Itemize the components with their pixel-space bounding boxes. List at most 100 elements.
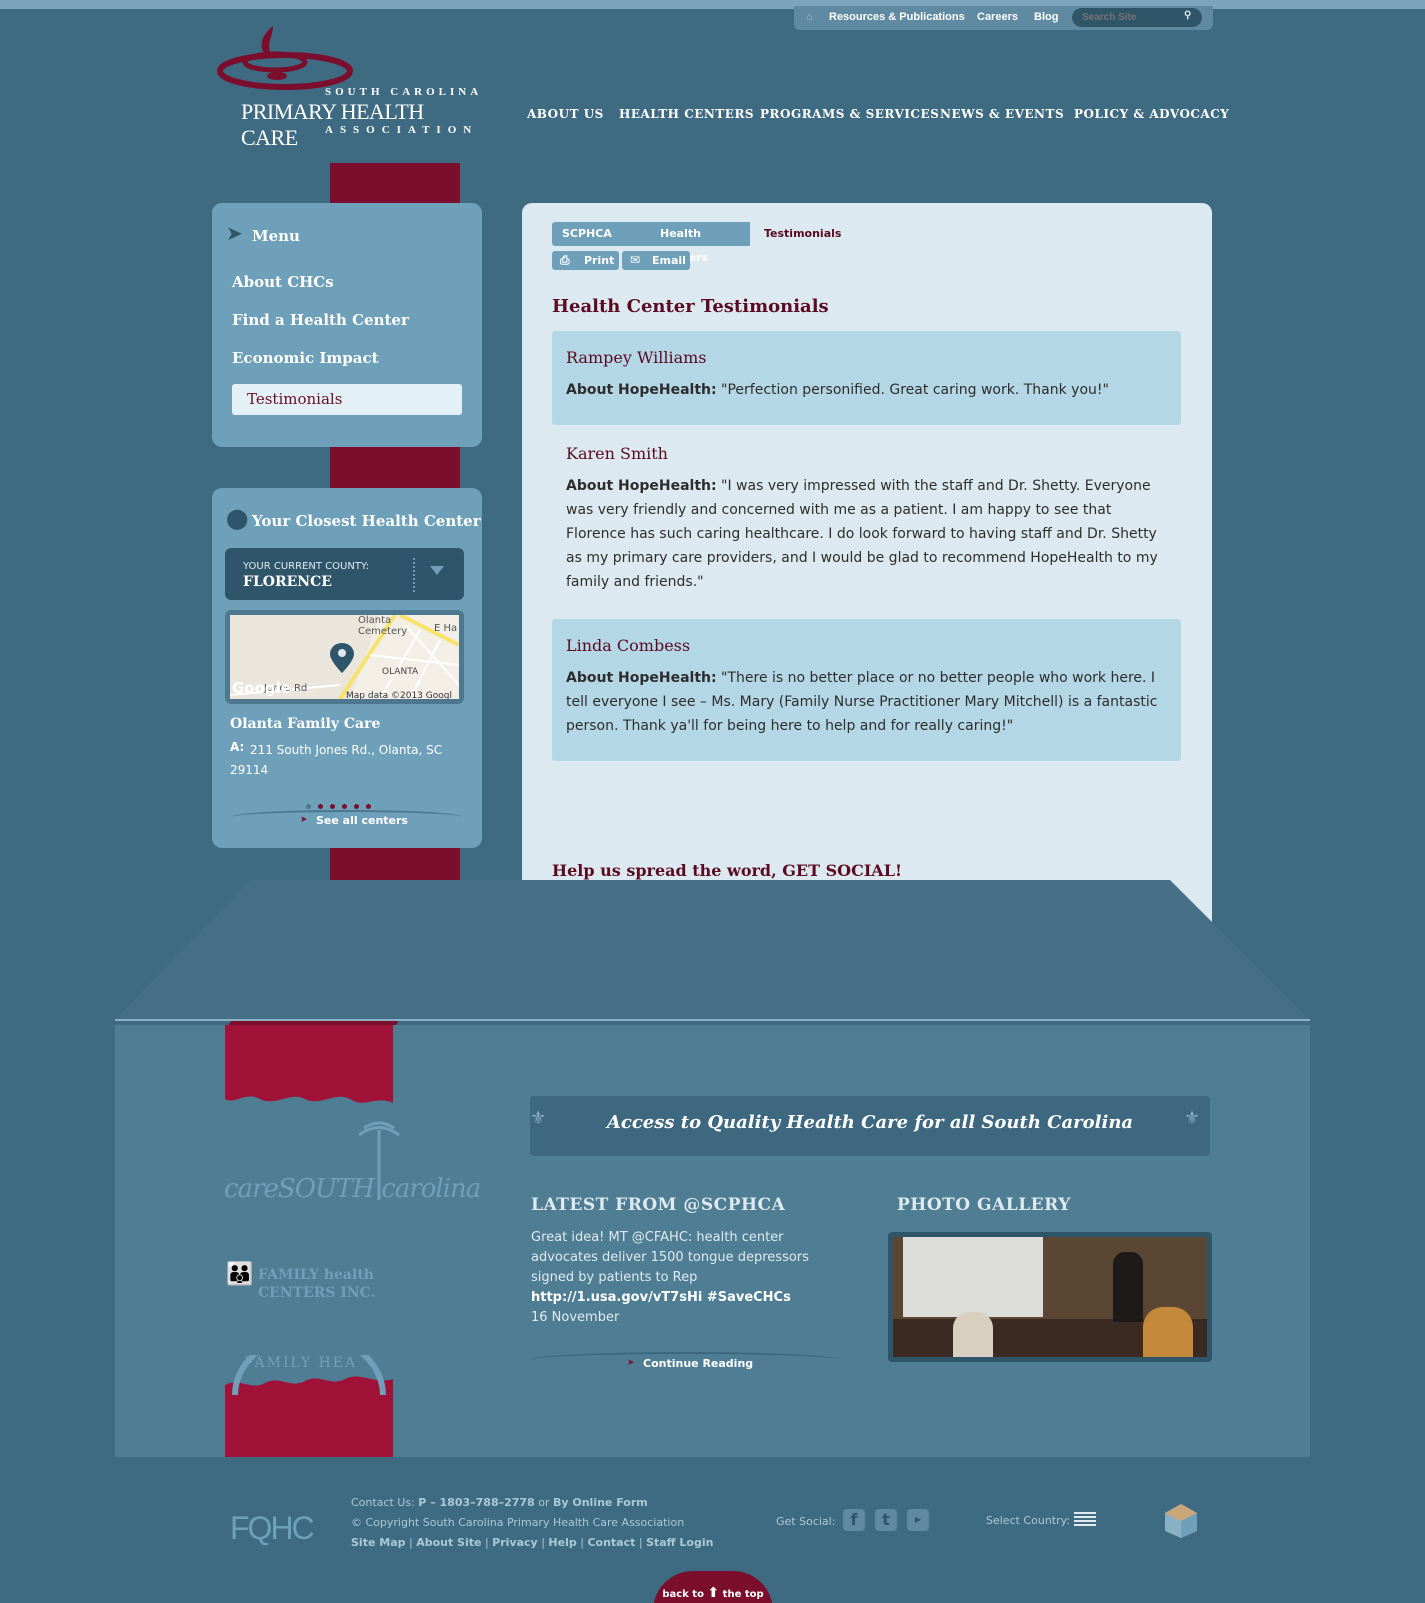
center-address: 211 South Jones Rd., Olanta, SC 29114 xyxy=(230,743,443,777)
arrow-right-icon: ➤ xyxy=(627,1358,635,1368)
twitter-icon[interactable]: t xyxy=(875,1509,897,1531)
testimonial-card: Karen Smith About HopeHealth: "I was ver… xyxy=(552,427,1181,607)
see-all-centers-link[interactable]: See all centers xyxy=(316,814,408,827)
family-health-seal-text: FAMILY HEA xyxy=(244,1355,358,1371)
main-content: SCPHCA Home Health Centers Testimonials … xyxy=(522,203,1212,946)
testimonial-about: About HopeHealth: xyxy=(566,670,717,686)
nav-about-us[interactable]: ABOUT US xyxy=(527,107,604,121)
nav-news-events[interactable]: NEWS & EVENTS xyxy=(940,107,1064,121)
breadcrumb-health-centers[interactable]: Health Centers xyxy=(650,222,750,264)
or-text: or xyxy=(538,1496,550,1509)
sidebar-item-find-health-center[interactable]: Find a Health Center xyxy=(232,311,409,329)
careers-link[interactable]: Careers xyxy=(977,11,1018,23)
sidebar-item-testimonials[interactable]: Testimonials xyxy=(232,384,462,415)
nav-health-centers[interactable]: HEALTH CENTERS xyxy=(619,107,754,121)
print-label: Print xyxy=(584,254,615,267)
tagline: Access to Quality Health Care for all So… xyxy=(606,1112,1134,1133)
nav-policy-advocacy[interactable]: POLICY & ADVOCACY xyxy=(1074,107,1229,121)
caresouth-logo-text: careSOUTH carolina xyxy=(224,1174,481,1204)
sidebar-item-label: Testimonials xyxy=(247,390,343,408)
breadcrumb-home[interactable]: SCPHCA Home xyxy=(552,222,650,264)
sidebar-item-about-chcs[interactable]: About CHCs xyxy=(232,273,334,291)
flourish-right-icon: ⚜ xyxy=(1183,1108,1200,1129)
phone-link[interactable]: P – 1803–788–2778 xyxy=(418,1496,534,1509)
footer-link-help[interactable]: Help xyxy=(548,1536,576,1549)
testimonial-quote: "Perfection personified. Great caring wo… xyxy=(721,382,1109,398)
photo-gallery[interactable] xyxy=(888,1232,1212,1362)
home-icon[interactable]: ⌂ xyxy=(806,11,813,23)
testimonial-card: Linda Combess About HopeHealth: "There i… xyxy=(552,619,1181,761)
sidebar-item-economic-impact[interactable]: Economic Impact xyxy=(232,349,379,367)
page-title: Health Center Testimonials xyxy=(552,296,829,317)
sidebar-menu: ➤ Menu About CHCs Find a Health Center E… xyxy=(212,203,482,447)
county-divider xyxy=(413,558,415,592)
google-logo: Google xyxy=(232,679,291,697)
testimonial-about: About HopeHealth: xyxy=(566,382,717,398)
social-heading: Help us spread the word, GET SOCIAL! xyxy=(552,861,902,880)
footer-link-site-map[interactable]: Site Map xyxy=(351,1536,405,1549)
youtube-icon[interactable]: ▶ xyxy=(907,1509,929,1531)
tweet-line: Great idea! MT @CFAHC: health center xyxy=(531,1230,784,1245)
search-icon[interactable]: ⚲ xyxy=(1184,10,1191,21)
caresouth-logo[interactable]: careSOUTH carolina xyxy=(224,1120,481,1220)
print-button[interactable]: ⎙ Print xyxy=(552,251,619,270)
us-flag-icon[interactable] xyxy=(1074,1512,1096,1527)
family-health-centers-logo[interactable]: 👪 FAMILY health CENTERS INC. xyxy=(226,1262,396,1306)
chevron-down-icon[interactable] xyxy=(430,566,444,575)
facebook-icon[interactable]: f xyxy=(843,1509,865,1531)
ribbon-bottom-decoration xyxy=(225,1025,393,1103)
map-label-cemetery: Olanta Cemetery xyxy=(358,615,408,637)
email-label: Email xyxy=(652,254,686,267)
fqhc-logo[interactable]: FQHC xyxy=(230,1500,330,1550)
gallery-heading: PHOTO GALLERY xyxy=(897,1195,1071,1215)
tweet-line: advocates deliver 1500 tongue depressors xyxy=(531,1250,809,1265)
fqhc-logo-text: FQHC xyxy=(230,1510,315,1546)
testimonial-about: About HopeHealth: xyxy=(566,478,717,494)
tagline-bar: ⚜ Access to Quality Health Care for all … xyxy=(530,1096,1210,1156)
testimonial-name: Karen Smith xyxy=(566,444,668,463)
footer-link-staff-login[interactable]: Staff Login xyxy=(646,1536,713,1549)
closest-health-center-panel: ⬤ Your Closest Health Center YOUR CURREN… xyxy=(212,488,482,848)
testimonial-text: About HopeHealth: "Perfection personifie… xyxy=(566,378,1166,402)
map-attribution: Map data ©2013 Googl xyxy=(346,691,452,699)
tweet-date: 16 November xyxy=(531,1310,620,1325)
testimonial-text: About HopeHealth: "I was very impressed … xyxy=(566,474,1166,594)
tweet-link[interactable]: http://1.usa.gov/vT7sHi #SaveCHCs xyxy=(531,1288,826,1308)
search-input[interactable] xyxy=(1072,8,1202,27)
map-label-olanta: OLANTA xyxy=(382,667,419,677)
map-image[interactable]: Olanta Cemetery E Ha OLANTA Jones Rd Goo… xyxy=(230,615,459,699)
tweet-line: signed by patients to Rep xyxy=(531,1270,698,1285)
breadcrumb-current: Testimonials xyxy=(764,227,842,240)
center-name[interactable]: Olanta Family Care xyxy=(230,716,380,732)
testimonial-name: Rampey Williams xyxy=(566,348,707,367)
family-health-centers-logo-text: FAMILY health CENTERS INC. xyxy=(258,1267,376,1301)
footer-link-privacy[interactable]: Privacy xyxy=(492,1536,538,1549)
blog-link[interactable]: Blog xyxy=(1034,11,1058,23)
map-pin-icon: ⬤ xyxy=(226,506,249,530)
resources-link[interactable]: Resources & Publications xyxy=(829,11,965,23)
select-country-label: Select Country: xyxy=(986,1514,1071,1527)
arrow-right-icon: ➤ xyxy=(300,815,308,825)
footer-link-contact[interactable]: Contact xyxy=(587,1536,635,1549)
footer-link-about-site[interactable]: About Site xyxy=(416,1536,481,1549)
gallery-photo[interactable] xyxy=(893,1237,1207,1357)
county-selector[interactable]: YOUR CURRENT COUNTY: FLORENCE xyxy=(225,548,464,600)
nav-programs-services[interactable]: PROGRAMS & SERVICES xyxy=(760,107,939,121)
logo[interactable]: SOUTH CAROLINA PRIMARY HEALTH CARE ASSOC… xyxy=(215,26,485,166)
menu-arrow-icon: ➤ xyxy=(226,221,243,245)
back-to-top-button[interactable]: back to ⬆ the top xyxy=(653,1571,773,1603)
arrow-up-icon: ⬆ xyxy=(707,1585,720,1601)
county-value: FLORENCE xyxy=(243,574,332,590)
continue-reading-link[interactable]: Continue Reading xyxy=(643,1357,753,1370)
latest-tweet: Great idea! MT @CFAHC: health center adv… xyxy=(531,1228,826,1328)
cube-logo-icon[interactable] xyxy=(1162,1502,1200,1540)
closest-title: Your Closest Health Center xyxy=(252,512,481,530)
logo-line-1: SOUTH CAROLINA xyxy=(325,86,483,98)
email-button[interactable]: ✉ Email xyxy=(622,251,690,270)
contact-label: Contact Us: xyxy=(351,1496,415,1509)
platform-top-decoration xyxy=(115,880,1310,1021)
online-form-link[interactable]: By Online Form xyxy=(553,1496,648,1509)
latest-heading: LATEST FROM @SCPHCA xyxy=(531,1195,786,1215)
testimonial-quote: "I was very impressed with the staff and… xyxy=(566,478,1158,590)
the-top-label: the top xyxy=(722,1589,764,1600)
